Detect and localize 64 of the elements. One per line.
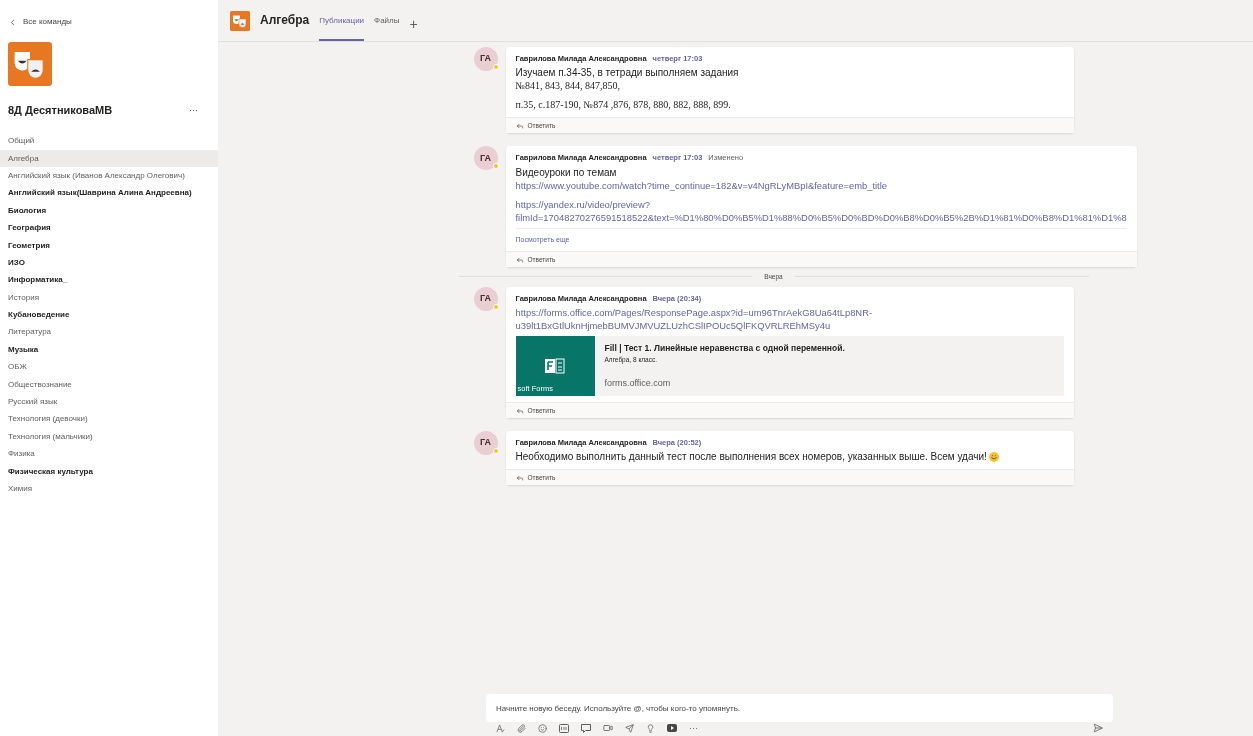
channel-item[interactable]: География <box>0 219 218 237</box>
forms-logo-icon <box>545 358 565 374</box>
back-link[interactable]: Все команды <box>0 16 218 28</box>
channel-item[interactable]: Биология <box>0 202 218 220</box>
channel-item[interactable]: Алгебра <box>0 149 218 168</box>
message-link[interactable]: filmId=17048270276591518522&text=%D1%80%D0%B5%D1%88%D0%B5%D0%BD%D0%B8%D0%B5%2B%D1%81%D0%B8%D1%81%D1%8 <box>515 210 1127 224</box>
video-play-icon[interactable] <box>667 724 677 732</box>
emoji-icon[interactable] <box>538 723 547 733</box>
channel-item[interactable]: ИЗО <box>0 254 218 272</box>
channel-item[interactable]: Химия <box>0 480 218 498</box>
more-options-button[interactable]: ··· <box>189 103 198 117</box>
theater-masks-icon <box>8 42 52 86</box>
theater-masks-icon <box>230 11 250 31</box>
avatar[interactable]: ГА <box>473 286 498 311</box>
channel-tab[interactable]: Публикации <box>319 15 365 41</box>
channel-item[interactable]: ОБЖ <box>0 358 218 376</box>
channel-item[interactable]: История <box>0 289 218 307</box>
message-link[interactable]: https://forms.office.com/Pages/ResponsePage.aspx?id=um96TnrAekG8Ua64tLp8NR- <box>515 306 873 319</box>
sticker-icon[interactable] <box>581 723 591 733</box>
reply-icon <box>515 473 524 482</box>
avatar[interactable]: ГА <box>473 47 498 71</box>
avatar[interactable]: ГА <box>473 146 498 171</box>
message-link[interactable]: https://www.youtube.com/watch?time_continue=182&v=v4NgRLyMBpI&feature=emb_title <box>515 178 887 192</box>
message-text: Изучаем п.34-35, в тетради выполняем задания <box>515 66 739 80</box>
message-input[interactable]: Начните новую беседу. Используйте @, чтобы кого-то упомянуть. <box>486 694 1113 722</box>
send-icon[interactable] <box>1093 723 1103 733</box>
channel-item[interactable]: Обществознание <box>0 375 218 394</box>
channel-item[interactable]: Технология (мальчики) <box>0 428 218 446</box>
channel-item[interactable]: Общий <box>0 132 218 150</box>
channel-item[interactable]: Английский язык (Иванов Александр Олегович) <box>0 167 218 185</box>
message-text: №841, 843, 844, 847,850, <box>515 79 621 93</box>
team-name: 8Д ДесятниковаМВ <box>8 103 113 118</box>
more-tools-button[interactable]: ··· <box>689 723 698 733</box>
channel-item[interactable]: Физика <box>0 445 218 463</box>
preview-title: Fill | Тест 1. Линейные неравенства с одной переменной. <box>604 342 846 355</box>
channel-item[interactable]: Литература <box>0 323 218 342</box>
channel-item[interactable]: Физическая культура <box>0 462 218 481</box>
attach-icon[interactable] <box>517 723 526 733</box>
avatar[interactable]: ГА <box>473 431 498 455</box>
channel-item[interactable]: Информатика_ <box>0 271 218 289</box>
back-icon <box>8 17 17 27</box>
reply-icon <box>515 406 524 415</box>
channel-item[interactable]: Геометрия <box>0 236 218 255</box>
video-camera-icon[interactable] <box>603 723 613 733</box>
preview-domain: forms.office.com <box>604 376 672 390</box>
reply-icon <box>515 121 524 130</box>
reply-icon <box>515 255 524 264</box>
message-link[interactable]: https://yandex.ru/video/preview? <box>515 197 650 211</box>
channel-item[interactable]: Музыка <box>0 341 218 359</box>
message-link[interactable]: u39lt1BxGtlUknHjmebBUMVJMVUZLUzhCSlIPOUc5QlFKQVRLREhMSy4u <box>515 319 831 332</box>
message-text: Видеоуроки по темам <box>515 165 617 179</box>
format-icon[interactable] <box>496 723 505 733</box>
channel-item[interactable]: Английский язык(Шаврина Алина Андреевна) <box>0 184 218 203</box>
channel-title: Алгебра <box>260 12 310 29</box>
gif-icon[interactable] <box>559 723 569 733</box>
message-text: Необходимо выполнить данный тест после выполнения всех номеров, указанных выше. Всем удачи! <box>515 450 987 464</box>
channel-item[interactable]: Русский язык <box>0 393 218 411</box>
channel-item[interactable]: Кубановедение <box>0 306 218 324</box>
send-arrow-icon[interactable] <box>625 723 634 733</box>
lightbulb-icon[interactable] <box>646 723 655 733</box>
channel-tab[interactable]: Файлы <box>374 15 400 41</box>
channel-item[interactable]: Технология (девочки) <box>0 410 218 429</box>
add-tab-button[interactable]: + <box>409 17 418 41</box>
message-text: п.35, с.187-190, №874 ,876, 878, 880, 882, 888, 899. <box>515 98 731 112</box>
